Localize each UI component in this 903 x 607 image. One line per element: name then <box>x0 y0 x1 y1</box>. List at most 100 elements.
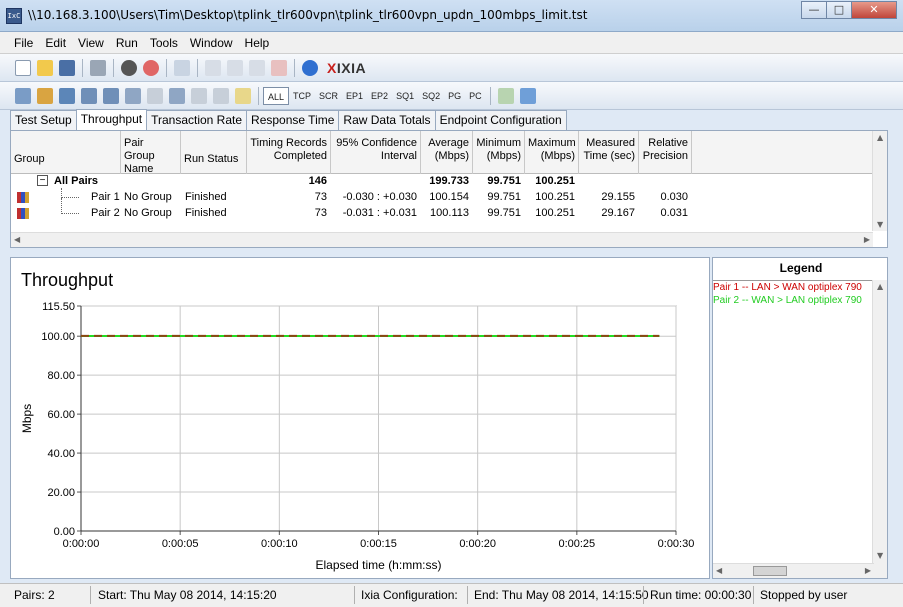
report-icon[interactable] <box>213 87 229 104</box>
close-button[interactable]: ✕ <box>851 1 897 19</box>
filter-ep1-button[interactable]: EP1 <box>342 87 367 105</box>
toolbar-separator <box>197 58 198 77</box>
save-icon[interactable] <box>59 59 75 76</box>
chart-icon[interactable] <box>191 87 207 104</box>
filter-pg-button[interactable]: PG <box>444 87 465 105</box>
scroll-up-icon[interactable]: ▲ <box>877 282 883 291</box>
save-results-icon[interactable] <box>519 87 536 104</box>
ixia-logo: XIXIA <box>327 59 367 76</box>
tree-connector <box>61 198 79 214</box>
y-tick-label: 40.00 <box>47 448 75 460</box>
add-pair-icon[interactable] <box>15 87 31 104</box>
minimum: 99.751 <box>487 191 521 203</box>
legend-entry-pair-1[interactable]: Pair 1 -- LAN > WAN optiplex 790 <box>713 281 873 294</box>
x-tick-label: 0:00:00 <box>63 538 100 550</box>
scroll-left-icon[interactable]: ◀ <box>14 235 20 244</box>
col-run-status[interactable]: Run Status <box>181 131 247 174</box>
status-separator <box>467 586 468 604</box>
menu-file[interactable]: File <box>8 36 39 50</box>
y-axis-label: Mbps <box>20 404 34 433</box>
info-icon[interactable] <box>302 59 318 76</box>
col-group[interactable]: Group <box>11 131 121 174</box>
col-maximum[interactable]: Maximum (Mbps) <box>525 131 579 174</box>
status-stopped: Stopped by user <box>760 588 848 602</box>
col-confidence-interval[interactable]: 95% Confidence Interval <box>331 131 421 174</box>
filter-pc-button[interactable]: PC <box>465 87 486 105</box>
col-measured-time[interactable]: Measured Time (sec) <box>579 131 639 174</box>
filter-all-button[interactable]: ALL <box>263 86 290 105</box>
scroll-down-icon[interactable]: ▼ <box>877 220 883 229</box>
scroll-right-icon[interactable]: ▶ <box>865 566 871 575</box>
pair-toolbar: ALL TCP SCR EP1 EP2 SQ1 SQ2 PG PC <box>0 82 903 110</box>
expand-toggle[interactable]: − <box>37 175 48 186</box>
status-separator <box>643 586 644 604</box>
timing-records: 73 <box>314 191 327 203</box>
menu-help[interactable]: Help <box>239 36 276 50</box>
filter-ep2-button[interactable]: EP2 <box>367 87 392 105</box>
tab-raw-data-totals[interactable]: Raw Data Totals <box>338 110 436 130</box>
menu-view[interactable]: View <box>72 36 110 50</box>
network-icon[interactable] <box>81 87 97 104</box>
cut-icon[interactable] <box>205 59 221 76</box>
col-minimum[interactable]: Minimum (Mbps) <box>473 131 525 174</box>
tab-endpoint-configuration[interactable]: Endpoint Configuration <box>434 110 567 130</box>
col-pair-group-name[interactable]: Pair Group Name <box>121 131 181 175</box>
grid-horizontal-scrollbar[interactable]: ◀ ▶ <box>11 232 873 247</box>
minimize-button[interactable]: — <box>801 1 827 19</box>
window-title: \\10.168.3.100\Users\Tim\Desktop\tplink_… <box>28 8 588 22</box>
pair-group: No Group <box>124 191 172 203</box>
stop-icon[interactable] <box>143 59 159 76</box>
filter-tcp-button[interactable]: TCP <box>289 87 315 105</box>
tab-throughput[interactable]: Throughput <box>75 109 148 130</box>
col-average[interactable]: Average (Mbps) <box>421 131 473 174</box>
paste-icon[interactable] <box>249 59 265 76</box>
legend-list: Pair 1 -- LAN > WAN optiplex 790 Pair 2 … <box>713 280 873 307</box>
maximize-button[interactable]: □ <box>826 1 852 19</box>
sort-icon[interactable] <box>235 87 251 104</box>
endpoint-icon[interactable] <box>103 87 119 104</box>
scroll-up-icon[interactable]: ▲ <box>877 133 883 142</box>
filter-sq1-button[interactable]: SQ1 <box>392 87 418 105</box>
graph-icon[interactable] <box>169 87 185 104</box>
monitor-icon[interactable] <box>125 87 141 104</box>
print-icon[interactable] <box>90 59 106 76</box>
table-row[interactable]: Pair 2 No Group Finished 73 -0.031 : +0.… <box>11 198 873 222</box>
col-timing-records[interactable]: Timing Records Completed <box>247 131 331 174</box>
new-file-icon[interactable] <box>15 59 31 76</box>
scroll-down-icon[interactable]: ▼ <box>877 551 883 560</box>
delete-icon[interactable] <box>271 59 287 76</box>
y-tick-label: 60.00 <box>47 409 75 421</box>
menu-tools[interactable]: Tools <box>144 36 184 50</box>
tab-test-setup[interactable]: Test Setup <box>10 110 77 130</box>
open-folder-icon[interactable] <box>37 59 53 76</box>
app-icon: IxC <box>6 8 22 24</box>
refresh-icon[interactable] <box>174 59 190 76</box>
tab-transaction-rate[interactable]: Transaction Rate <box>146 110 248 130</box>
legend-entry-pair-2[interactable]: Pair 2 -- WAN > LAN optiplex 790 <box>713 294 873 307</box>
scroll-left-icon[interactable]: ◀ <box>716 566 722 575</box>
legend-title: Legend <box>779 261 823 275</box>
menu-window[interactable]: Window <box>184 36 239 50</box>
menu-run[interactable]: Run <box>110 36 144 50</box>
tab-response-time[interactable]: Response Time <box>246 110 340 130</box>
filter-sq2-button[interactable]: SQ2 <box>418 87 444 105</box>
col-relative-precision[interactable]: Relative Precision <box>639 131 692 174</box>
legend-horizontal-scrollbar[interactable]: ◀ ▶ <box>713 563 874 578</box>
legend-vertical-scrollbar[interactable]: ▲ ▼ <box>872 280 887 578</box>
table-row[interactable]: Pair 1 No Group Finished 73 -0.030 : +0.… <box>11 188 873 206</box>
menu-bar: File Edit View Run Tools Window Help <box>0 32 903 54</box>
menu-edit[interactable]: Edit <box>39 36 72 50</box>
run-icon[interactable] <box>121 59 137 76</box>
add-multicast-icon[interactable] <box>37 87 53 104</box>
script-edit-icon[interactable] <box>147 87 163 104</box>
run-status: Finished <box>185 207 227 219</box>
scroll-thumb[interactable] <box>753 566 787 576</box>
grid-vertical-scrollbar[interactable]: ▲ ▼ <box>872 131 887 231</box>
summary-row[interactable]: − All Pairs 146 199.733 99.751 100.251 <box>11 174 873 190</box>
copy-icon[interactable] <box>227 59 243 76</box>
export-icon[interactable] <box>497 87 514 104</box>
edit-pair-icon[interactable] <box>59 87 75 104</box>
filter-scr-button[interactable]: SCR <box>315 87 342 105</box>
scroll-right-icon[interactable]: ▶ <box>864 235 870 244</box>
x-axis-label: Elapsed time (h:mm:ss) <box>315 558 441 572</box>
